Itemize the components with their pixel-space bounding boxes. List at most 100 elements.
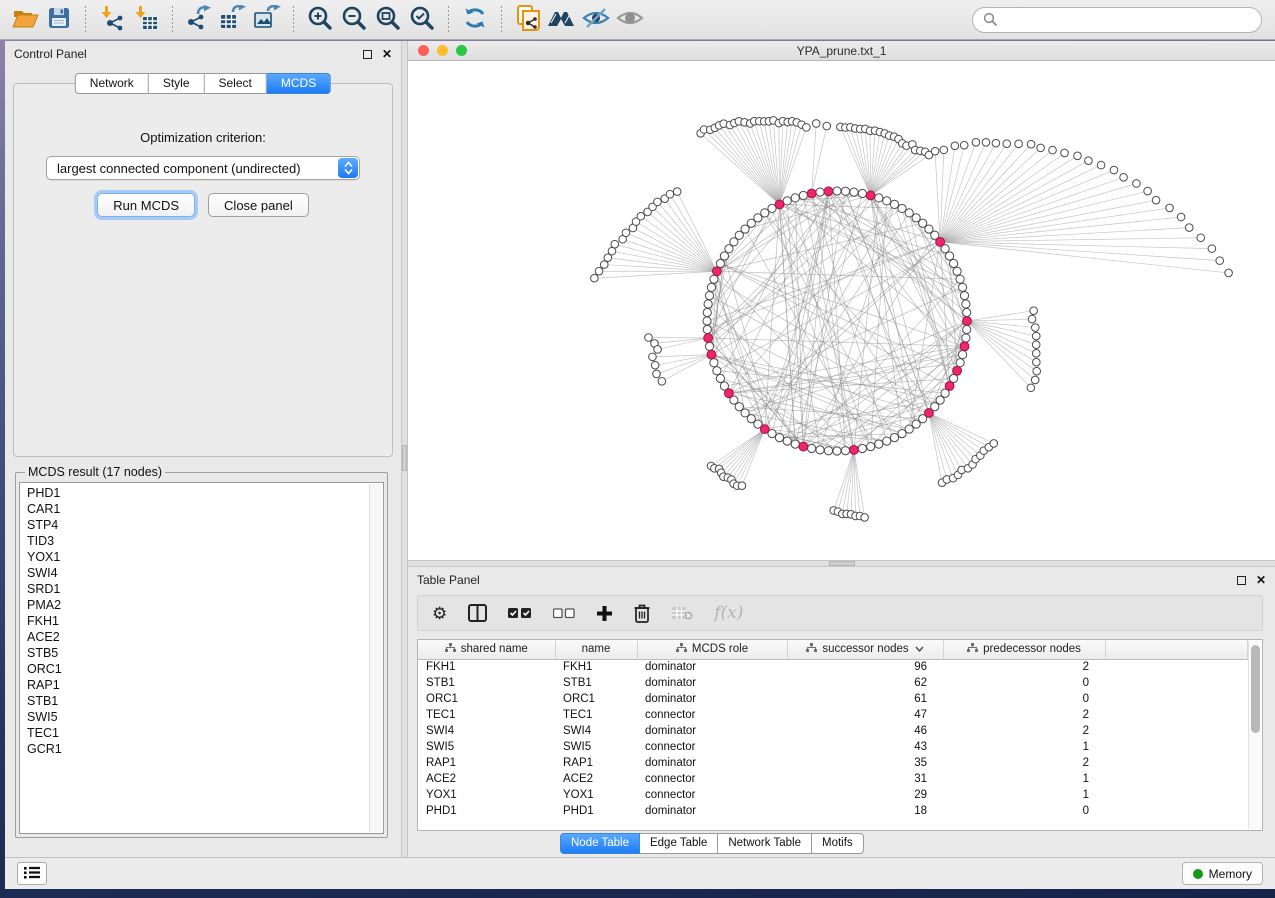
network-node[interactable] [990, 440, 998, 448]
table-cell[interactable]: ORC1 [555, 691, 637, 707]
network-node[interactable] [1197, 234, 1205, 242]
mcds-network-node[interactable] [963, 317, 972, 326]
table-cell[interactable]: 1 [943, 787, 1105, 803]
network-nodes[interactable] [591, 117, 1233, 522]
network-node[interactable] [972, 138, 980, 146]
table-cell[interactable]: dominator [637, 659, 787, 675]
table-cell[interactable]: ACE2 [418, 771, 555, 787]
mcds-result-item[interactable]: PHD1 [27, 485, 383, 501]
tab-network[interactable]: Network [75, 73, 149, 94]
table-row[interactable]: ORC1ORC1dominator610 [418, 691, 1248, 707]
network-node[interactable] [1031, 376, 1039, 384]
network-node[interactable] [890, 433, 898, 441]
network-node[interactable] [738, 482, 746, 490]
mcds-network-node[interactable] [925, 409, 934, 418]
table-cell[interactable]: dominator [637, 755, 787, 771]
network-node[interactable] [962, 300, 970, 308]
network-node[interactable] [808, 444, 816, 452]
table-cell[interactable]: dominator [637, 803, 787, 819]
network-node[interactable] [1027, 384, 1035, 392]
network-node[interactable] [1032, 350, 1040, 358]
table-cell[interactable]: 0 [943, 691, 1105, 707]
network-node[interactable] [960, 292, 968, 300]
mcds-result-item[interactable]: TEC1 [27, 725, 383, 741]
network-node[interactable] [816, 446, 824, 454]
save-button[interactable] [42, 4, 76, 36]
network-node[interactable] [958, 351, 966, 359]
network-node[interactable] [1032, 332, 1040, 340]
tab-edge-table[interactable]: Edge Table [640, 833, 718, 854]
network-node[interactable] [833, 187, 841, 195]
network-node[interactable] [841, 447, 849, 455]
mcds-network-node[interactable] [953, 366, 962, 375]
table-cell[interactable]: RAP1 [418, 755, 555, 771]
network-node[interactable] [1152, 196, 1160, 204]
mcds-network-node[interactable] [866, 191, 875, 200]
vertical-splitter[interactable] [401, 41, 408, 857]
network-node[interactable] [1028, 315, 1036, 323]
mcds-network-node[interactable] [775, 200, 784, 209]
mcds-network-node[interactable] [945, 382, 954, 391]
table-cell[interactable]: 31 [787, 771, 943, 787]
tab-node-table[interactable]: Node Table [560, 833, 640, 854]
network-node[interactable] [666, 190, 674, 198]
export-image-button[interactable] [250, 4, 284, 36]
column-header[interactable]: shared name [418, 640, 555, 659]
network-node[interactable] [704, 300, 712, 308]
network-node[interactable] [611, 240, 619, 248]
network-node[interactable] [1074, 152, 1082, 160]
mcds-network-node[interactable] [960, 342, 969, 351]
network-node[interactable] [931, 147, 939, 155]
zoom-out-button[interactable] [337, 4, 371, 36]
optimization-select[interactable]: largest connected component (undirected) [46, 156, 360, 180]
table-row[interactable]: SWI5SWI5connector431 [418, 739, 1248, 755]
table-cell[interactable]: FKH1 [418, 659, 555, 675]
table-cell[interactable]: dominator [637, 675, 787, 691]
table-row[interactable]: STB1STB1dominator620 [418, 675, 1248, 691]
network-graph[interactable] [408, 61, 1275, 560]
splitter-handle[interactable] [402, 445, 407, 471]
close-panel-icon[interactable]: ✕ [1256, 574, 1266, 586]
network-node[interactable] [824, 447, 832, 455]
network-node[interactable] [956, 275, 964, 283]
table-cell[interactable]: 2 [943, 707, 1105, 723]
table-cell[interactable]: TEC1 [555, 707, 637, 723]
mcds-network-node[interactable] [712, 267, 721, 276]
network-node[interactable] [1049, 146, 1057, 154]
network-node[interactable] [705, 342, 713, 350]
mcds-result-item[interactable]: SWI5 [27, 709, 383, 725]
table-row[interactable]: SWI4SWI4dominator462 [418, 723, 1248, 739]
memory-button[interactable]: Memory [1182, 862, 1263, 885]
table-row[interactable]: TEC1TEC1connector472 [418, 707, 1248, 723]
network-node[interactable] [1003, 140, 1011, 148]
network-node[interactable] [850, 188, 858, 196]
table-cell[interactable]: SWI4 [418, 723, 555, 739]
network-node[interactable] [861, 514, 869, 522]
network-node[interactable] [1225, 269, 1233, 277]
network-node[interactable] [883, 197, 891, 205]
network-node[interactable] [591, 274, 599, 282]
table-cell[interactable]: 0 [943, 803, 1105, 819]
network-node[interactable] [953, 267, 961, 275]
table-row[interactable]: ACE2ACE2connector311 [418, 771, 1248, 787]
table-cell[interactable]: connector [637, 787, 787, 803]
table-cell[interactable]: FKH1 [555, 659, 637, 675]
network-node[interactable] [799, 191, 807, 199]
search-input[interactable] [1003, 13, 1251, 27]
float-panel-icon[interactable] [1237, 576, 1246, 585]
network-node[interactable] [951, 142, 959, 150]
table-cell[interactable]: PHD1 [418, 803, 555, 819]
network-node[interactable] [898, 204, 906, 212]
tab-network-table[interactable]: Network Table [718, 833, 812, 854]
show-all-button[interactable] [613, 4, 647, 36]
mcds-network-node[interactable] [807, 189, 816, 198]
function-builder-button[interactable]: f(x) [714, 601, 743, 625]
network-node[interactable] [651, 361, 659, 369]
delete-table-button[interactable] [671, 601, 693, 625]
network-node[interactable] [1110, 166, 1118, 174]
table-row[interactable]: RAP1RAP1dominator352 [418, 755, 1248, 771]
node-table[interactable]: shared namenameMCDS rolesuccessor nodesp… [418, 640, 1248, 819]
network-node[interactable] [1133, 180, 1141, 188]
network-node[interactable] [673, 188, 681, 196]
table-cell[interactable]: connector [637, 707, 787, 723]
